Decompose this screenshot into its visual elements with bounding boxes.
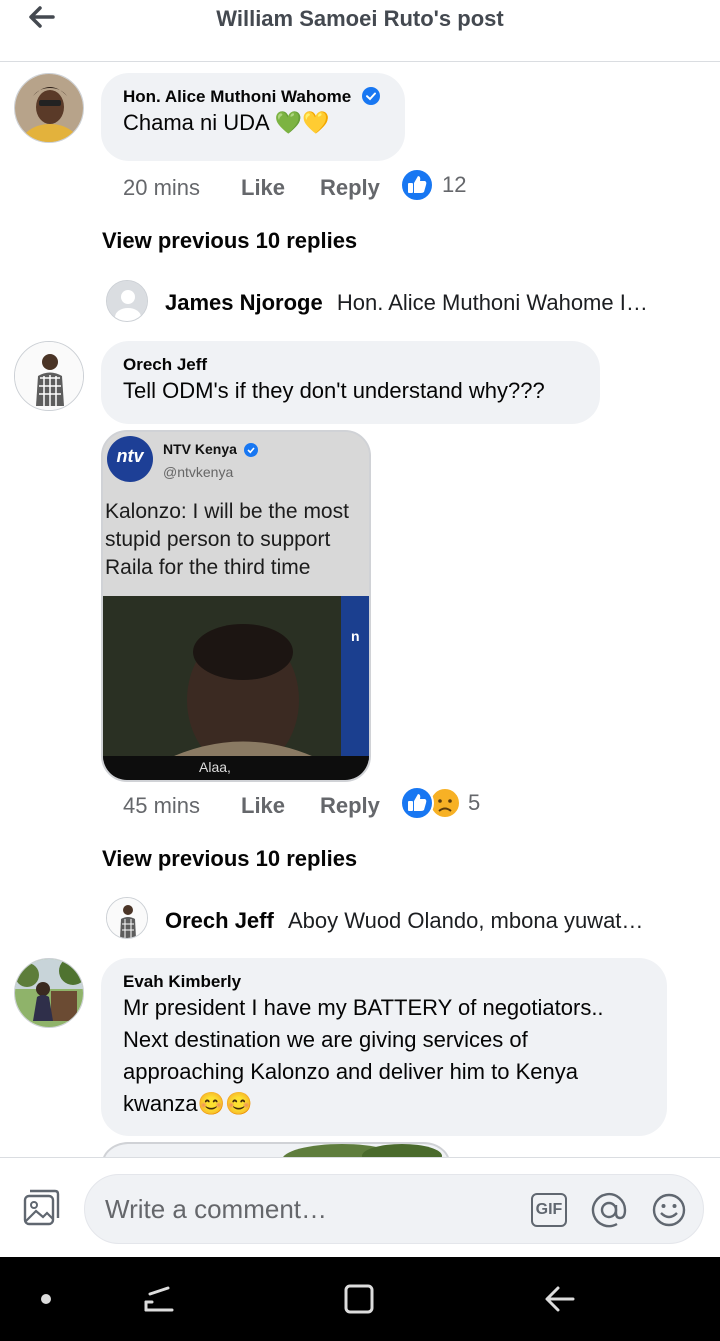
photo-icon[interactable] — [22, 1189, 60, 1227]
comment-bubble[interactable]: Evah Kimberly Mr president I have my BAT… — [101, 958, 667, 1136]
reply-button[interactable]: Reply — [320, 175, 380, 201]
recent-apps-icon[interactable] — [142, 1282, 176, 1316]
emoji-icon[interactable] — [651, 1192, 687, 1228]
avatar-orech-reply[interactable] — [106, 897, 148, 939]
mention-icon[interactable] — [591, 1192, 627, 1228]
comment-text: Mr president I have my BATTERY of negoti… — [123, 995, 604, 1020]
avatar-james[interactable] — [106, 280, 148, 322]
comment-actions: 45 mins Like Reply — [123, 793, 523, 823]
like-button[interactable]: Like — [241, 175, 285, 201]
like-button[interactable]: Like — [241, 793, 285, 819]
latest-reply-preview[interactable]: Orech Jeff Aboy Wuod Olando, mbona yuwat… — [165, 908, 675, 952]
view-previous-replies[interactable]: View previous 10 replies — [102, 846, 357, 872]
like-reaction-icon[interactable] — [400, 168, 434, 202]
comment-time: 45 mins — [123, 793, 201, 818]
comment-input-placeholder: Write a comment… — [105, 1194, 328, 1224]
comment-text: Next destination we are giving services … — [123, 1027, 528, 1052]
comment-text: Tell ODM's if they don't understand why?… — [123, 378, 545, 403]
reply-author[interactable]: James Njoroge — [165, 290, 323, 315]
attachment-headline: Kalonzo: I will be the most — [105, 500, 349, 523]
comment-bubble[interactable]: Hon. Alice Muthoni Wahome Chama ni UDA 💚… — [101, 73, 405, 161]
dot-indicator-icon — [41, 1294, 51, 1304]
header-bar: William Samoei Ruto's post — [0, 0, 720, 62]
avatar-orech[interactable] — [14, 341, 84, 411]
system-navigation-bar — [0, 1257, 720, 1341]
comment-author[interactable]: Hon. Alice Muthoni Wahome — [123, 87, 351, 107]
attachment-headline: Raila for the third time — [105, 556, 311, 579]
comment-time: 20 mins — [123, 175, 201, 200]
latest-reply-preview[interactable]: James Njoroge Hon. Alice Muthoni Wahome … — [165, 290, 685, 334]
reply-text: Aboy Wuod Olando, mbona yuwat… — [287, 908, 644, 933]
comment-text: approaching Kalonzo and deliver him to K… — [123, 1059, 578, 1084]
reply-author[interactable]: Orech Jeff — [165, 908, 274, 933]
avatar-alice[interactable] — [14, 73, 84, 143]
attached-image[interactable]: ntv NTV Kenya @ntvkenya Kalonzo: I will … — [101, 430, 371, 782]
comment-bubble[interactable]: Orech Jeff Tell ODM's if they don't unde… — [101, 341, 600, 424]
home-button-icon[interactable] — [342, 1282, 376, 1316]
reply-button[interactable]: Reply — [320, 793, 380, 819]
comment-input[interactable]: Write a comment… GIF — [84, 1174, 704, 1244]
attachment-account-name: NTV Kenya — [163, 441, 237, 457]
verified-badge-icon — [361, 87, 380, 105]
reaction-count[interactable]: 12 — [442, 172, 466, 198]
attachment-headline: stupid person to support — [105, 528, 331, 551]
reaction-icons[interactable] — [400, 786, 462, 820]
avatar-evah[interactable] — [14, 958, 84, 1028]
reply-text: Hon. Alice Muthoni Wahome I… — [336, 290, 648, 315]
ntv-logo: ntv — [116, 446, 144, 466]
comment-text: kwanza😊😊 — [123, 1091, 253, 1116]
verified-badge-icon — [244, 443, 258, 457]
back-button-icon[interactable] — [543, 1282, 577, 1316]
reaction-count[interactable]: 5 — [468, 790, 480, 816]
gif-button[interactable]: GIF — [531, 1193, 567, 1227]
comment-text: Chama ni UDA 💚💛 — [123, 110, 330, 135]
comment-author[interactable]: Orech Jeff — [123, 355, 207, 375]
attachment-caption: Alaa, — [199, 759, 231, 775]
view-previous-replies[interactable]: View previous 10 replies — [102, 228, 357, 254]
attachment-handle: @ntvkenya — [163, 464, 234, 480]
comment-author[interactable]: Evah Kimberly — [123, 972, 241, 992]
comment-composer: Write a comment… GIF — [0, 1157, 720, 1257]
attached-image-partial[interactable] — [102, 1142, 450, 1158]
page-title: William Samoei Ruto's post — [216, 6, 504, 31]
